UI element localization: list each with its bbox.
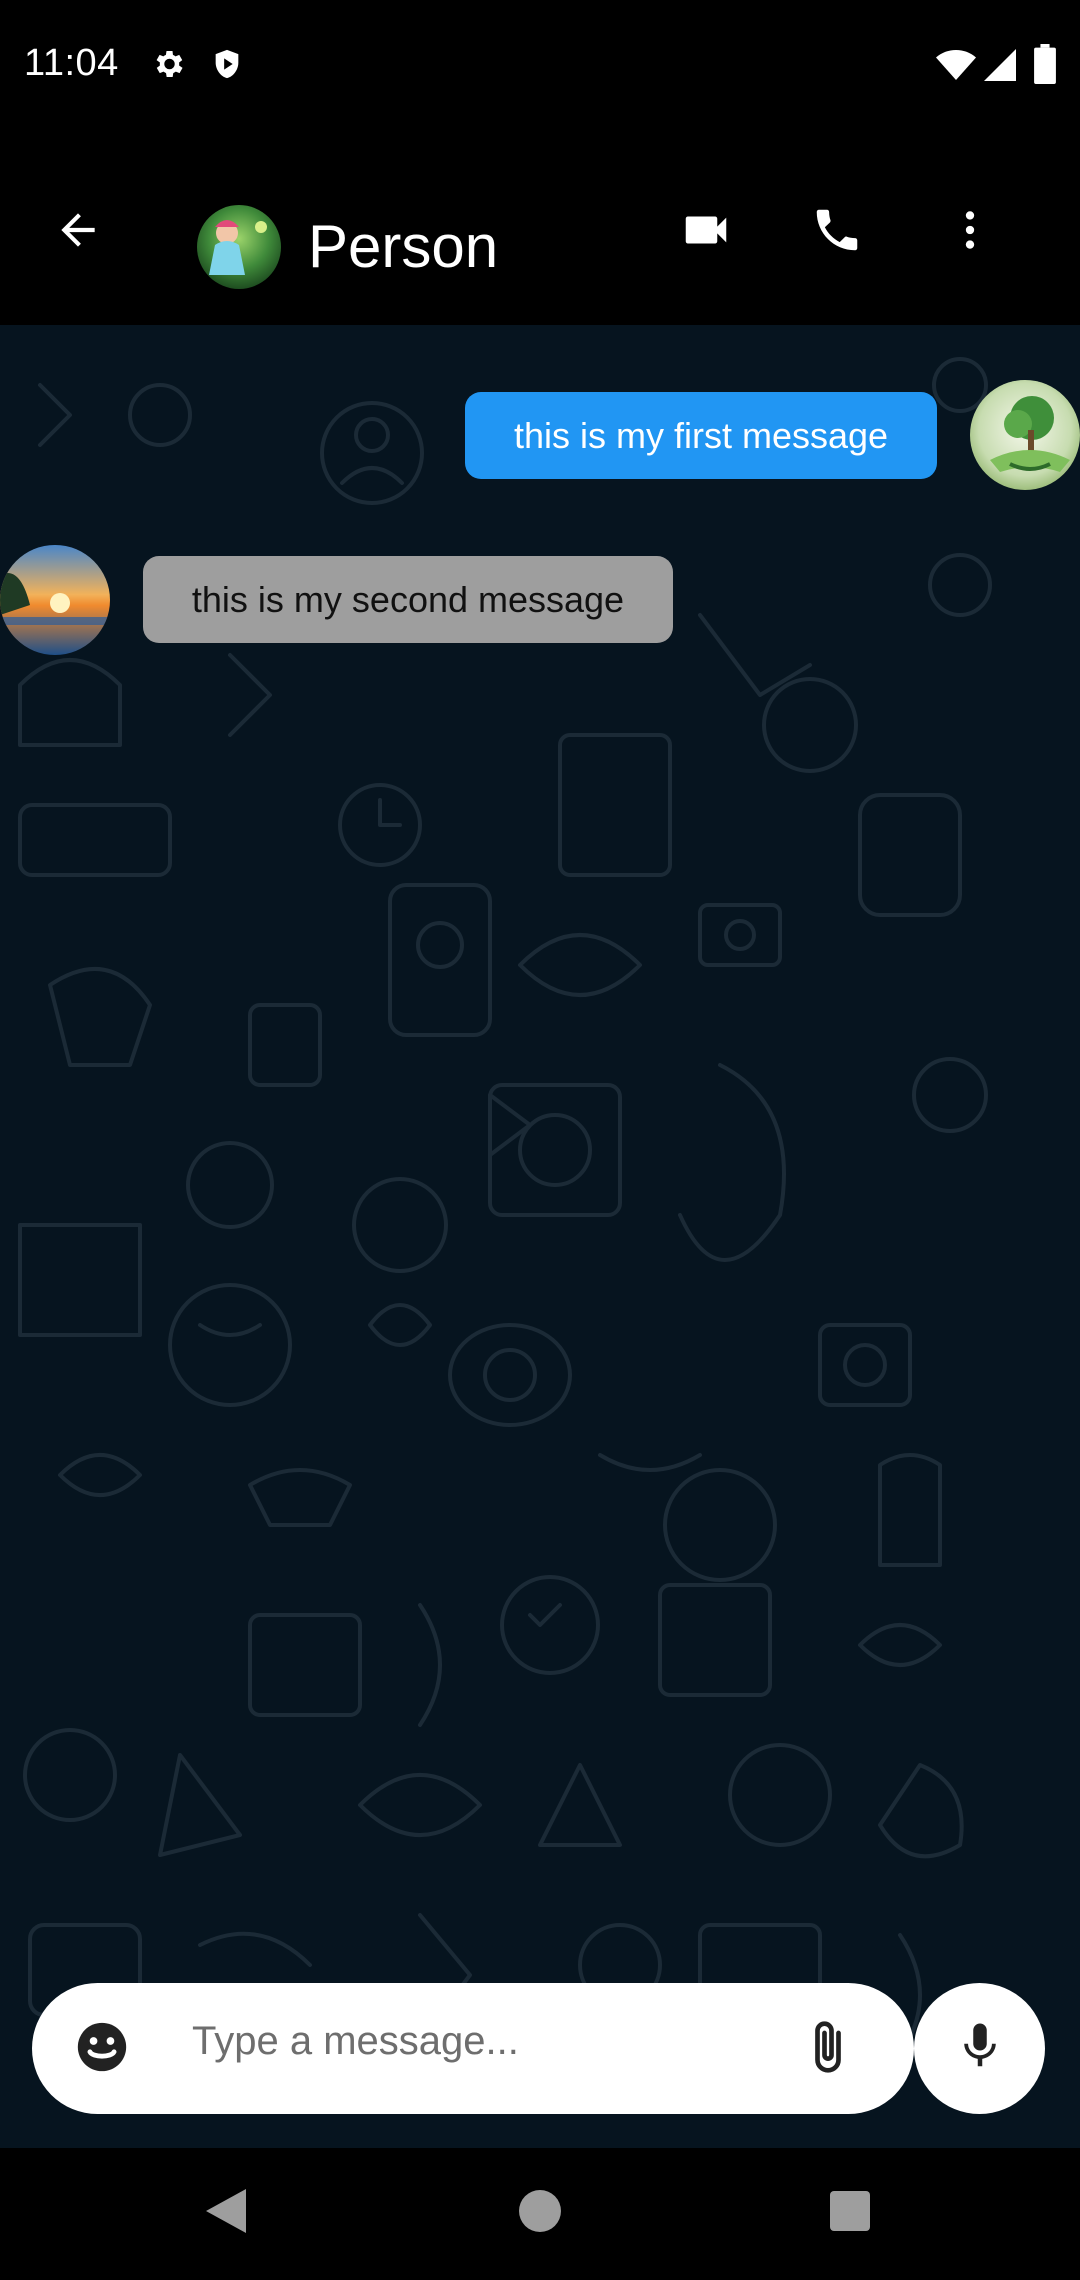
contact-avatar[interactable] <box>197 205 281 289</box>
more-vert-icon <box>945 205 995 260</box>
signal-icon <box>984 48 1016 87</box>
battery-icon <box>1034 44 1056 89</box>
message-text: this is my second message <box>191 578 625 620</box>
system-nav-bar <box>0 2148 1080 2280</box>
nav-back-button[interactable] <box>196 2178 256 2248</box>
emoji-button[interactable] <box>68 2015 136 2083</box>
contact-name[interactable]: Person <box>308 212 498 281</box>
message-composer <box>32 1983 914 2114</box>
phone-screen: 11:04 Person this is my first message th… <box>0 0 1080 2280</box>
attach-button[interactable] <box>792 2013 864 2085</box>
phone-call-button[interactable] <box>795 190 879 274</box>
back-button[interactable] <box>36 190 120 274</box>
status-time: 11:04 <box>24 42 119 84</box>
message-input[interactable] <box>192 2019 792 2064</box>
recents-square-icon <box>830 2190 870 2236</box>
arrow-back-icon <box>53 205 103 260</box>
phone-icon <box>810 203 864 262</box>
nav-home-button[interactable] <box>505 2178 575 2248</box>
back-triangle-icon <box>206 2188 246 2238</box>
wifi-icon <box>936 48 976 87</box>
shield-icon <box>210 46 244 87</box>
emoji-icon <box>73 2018 131 2081</box>
more-options-button[interactable] <box>928 190 1012 274</box>
settings-icon <box>150 46 186 87</box>
chat-area[interactable]: this is my first message this is my seco… <box>0 325 1080 2148</box>
home-circle-icon <box>519 2189 561 2237</box>
voice-record-button[interactable] <box>914 1983 1045 2114</box>
message-bubble-sent[interactable]: this is my first message <box>465 392 937 479</box>
nav-recents-button[interactable] <box>815 2178 885 2248</box>
message-text: this is my first message <box>513 414 889 456</box>
chat-header: Person <box>0 140 1080 325</box>
message-bubble-received[interactable]: this is my second message <box>143 556 673 643</box>
video-call-icon <box>679 203 733 262</box>
video-call-button[interactable] <box>664 190 748 274</box>
recipient-avatar[interactable] <box>0 545 110 655</box>
sender-avatar[interactable] <box>970 380 1080 490</box>
status-bar: 11:04 <box>0 0 1080 140</box>
mic-icon <box>953 2019 1007 2078</box>
attach-icon <box>800 2019 856 2080</box>
